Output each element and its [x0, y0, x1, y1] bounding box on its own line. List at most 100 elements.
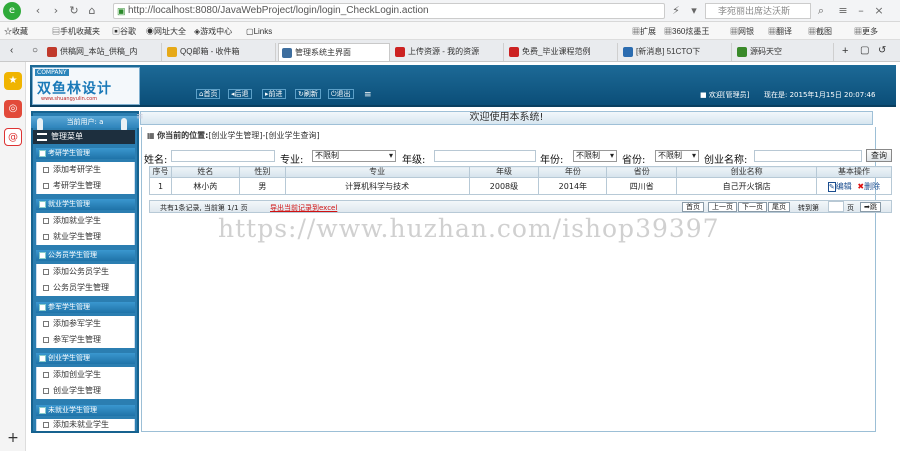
- name-input[interactable]: [171, 150, 275, 162]
- menu-manage-jiuye[interactable]: 就业学生管理: [36, 229, 135, 245]
- go-button[interactable]: ➡跳: [860, 202, 881, 212]
- thunder-icon[interactable]: ⚡: [668, 3, 684, 19]
- forward-icon[interactable]: ›: [48, 3, 64, 19]
- tab-favicon: [47, 47, 57, 57]
- group-chuangye[interactable]: 创业学生管理: [36, 353, 135, 364]
- address-bar[interactable]: ▣ http://localhost:8080/JavaWebProject/lo…: [113, 3, 665, 19]
- province-select[interactable]: 不限制: [655, 150, 699, 162]
- refresh-icon[interactable]: ↻: [66, 3, 82, 19]
- group-gongwuyuan[interactable]: 公务员学生管理: [36, 250, 135, 261]
- menu-add-chuangye[interactable]: 添加创业学生: [36, 367, 135, 383]
- bookmark-games[interactable]: ◈游戏中心: [194, 25, 232, 39]
- prev-page-button[interactable]: 上一页: [708, 202, 737, 212]
- tab-5[interactable]: [新消息] 51CTO下: [620, 43, 732, 61]
- back-icon[interactable]: ‹: [30, 3, 46, 19]
- collapse-icon[interactable]: ≡: [136, 112, 144, 122]
- toolbar-extensions[interactable]: ▦扩展: [632, 25, 656, 39]
- secure-icon: ▣: [117, 6, 126, 16]
- toolbar-360[interactable]: ▦360炫墨王: [664, 25, 709, 39]
- group-icon: [39, 150, 46, 157]
- toolbar-translate[interactable]: ▦翻译: [768, 25, 792, 39]
- menu-manage-chuangye[interactable]: 创业学生管理: [36, 383, 135, 399]
- search-icon[interactable]: ⌕: [813, 3, 829, 19]
- edit-link[interactable]: ✎编辑: [827, 181, 852, 192]
- item-icon: [43, 321, 49, 327]
- biz-name-input[interactable]: [754, 150, 862, 162]
- bookmark-google[interactable]: ▣谷歌: [112, 25, 136, 39]
- tab-favicon: [167, 47, 177, 57]
- tab-1[interactable]: QQ邮箱 - 收件箱: [164, 43, 276, 61]
- first-page-button[interactable]: 首页: [682, 202, 704, 212]
- group-jiuye[interactable]: 就业学生管理: [36, 199, 135, 210]
- tab-0[interactable]: 供稿网_本站_供稿_内: [44, 43, 162, 61]
- year-label: 年份:: [540, 155, 564, 166]
- welcome-user: ■ 欢迎[管理员]: [700, 91, 750, 99]
- group-icon: [39, 355, 46, 362]
- grid-icon: [37, 133, 47, 141]
- bookmark-site-nav[interactable]: ◉网址大全: [146, 25, 186, 39]
- year-select[interactable]: 不限制: [573, 150, 617, 162]
- group-kaoyan[interactable]: 考研学生管理: [36, 148, 135, 159]
- toolbar-screenshot[interactable]: ▦截图: [808, 25, 832, 39]
- menu-add-weijiuye[interactable]: 添加未就业学生: [36, 419, 135, 431]
- watermark: https://www.huzhan.com/ishop39397: [218, 214, 720, 243]
- group-canjun[interactable]: 参军学生管理: [36, 302, 135, 313]
- home-icon[interactable]: ⌂: [84, 3, 100, 19]
- search-box[interactable]: 李宛丽出席达沃斯: [705, 3, 811, 19]
- tab-3[interactable]: 上传资源 - 我的资源: [392, 43, 504, 61]
- query-button[interactable]: 查询: [866, 149, 892, 162]
- grade-input[interactable]: [434, 150, 536, 162]
- goto-page-input[interactable]: [828, 201, 844, 212]
- menu-manage-kaoyan[interactable]: 考研学生管理: [36, 178, 135, 194]
- menu-add-canjun[interactable]: 添加参军学生: [36, 316, 135, 332]
- tab-restore-icon[interactable]: ○: [32, 44, 38, 58]
- toolbar-bank[interactable]: ▦网银: [730, 25, 754, 39]
- next-page-button[interactable]: 下一页: [738, 202, 767, 212]
- delete-link[interactable]: ✖删除: [857, 182, 880, 191]
- cell-gender: 男: [238, 177, 286, 195]
- menu-manage-gongwuyuan[interactable]: 公务员学生管理: [36, 280, 135, 296]
- item-icon: [43, 167, 49, 173]
- back-button[interactable]: ◂后退: [228, 89, 252, 99]
- group-icon: [39, 304, 46, 311]
- cell-province: 四川省: [606, 177, 678, 195]
- header-menu-icon[interactable]: ≡: [364, 90, 372, 100]
- weibo-icon[interactable]: ◎: [4, 100, 22, 118]
- menu-add-kaoyan[interactable]: 添加考研学生: [36, 162, 135, 178]
- menu-add-gongwuyuan[interactable]: 添加公务员学生: [36, 264, 135, 280]
- minimize-icon[interactable]: –: [853, 3, 869, 19]
- tab-prev-icon[interactable]: ‹: [10, 44, 13, 58]
- home-button[interactable]: ⌂首页: [196, 89, 221, 99]
- forward-button[interactable]: ▸前进: [262, 89, 286, 99]
- menu-manage-canjun[interactable]: 参军学生管理: [36, 332, 135, 348]
- page-unit-label: 页: [847, 204, 854, 212]
- bookmark-mobile[interactable]: ▤手机收藏夹: [52, 25, 100, 39]
- star-icon[interactable]: ★: [4, 72, 22, 90]
- new-tab-icon[interactable]: +: [842, 44, 848, 58]
- dropdown-icon[interactable]: ▾: [686, 3, 702, 19]
- mail-icon[interactable]: @: [4, 128, 22, 146]
- undo-close-icon[interactable]: ↺: [878, 44, 886, 58]
- browser-logo-icon[interactable]: e: [3, 2, 21, 20]
- add-icon[interactable]: +: [0, 430, 26, 451]
- company-logo: COMPANY 双鱼林设计 www.shuangyulin.com: [32, 67, 140, 105]
- bookmark-links[interactable]: ▢Links: [246, 25, 272, 39]
- menu-title: 管理菜单: [33, 130, 135, 144]
- tab-4[interactable]: 免费_毕业课程范例: [506, 43, 618, 61]
- app-header: [30, 65, 896, 107]
- menu-add-jiuye[interactable]: 添加就业学生: [36, 213, 135, 229]
- last-page-button[interactable]: 尾页: [768, 202, 790, 212]
- tab-list-icon[interactable]: ▢: [860, 44, 869, 58]
- group-weijiuye[interactable]: 未就业学生管理: [36, 405, 135, 416]
- tab-6[interactable]: 源码天空: [734, 43, 834, 61]
- toolbar-more[interactable]: ▦更多: [854, 25, 878, 39]
- favorites-button[interactable]: ☆收藏: [4, 25, 28, 39]
- name-label: 姓名:: [144, 155, 168, 166]
- export-excel-link[interactable]: 导出当前记录到excel: [270, 203, 337, 213]
- refresh-button[interactable]: ↻刷新: [295, 89, 321, 99]
- tab-2[interactable]: 管理系统主界面: [278, 43, 390, 61]
- major-select[interactable]: 不限制: [312, 150, 396, 162]
- logout-button[interactable]: ⏻退出: [328, 89, 354, 99]
- close-icon[interactable]: ×: [871, 3, 887, 19]
- menu-icon[interactable]: ≡: [835, 3, 851, 19]
